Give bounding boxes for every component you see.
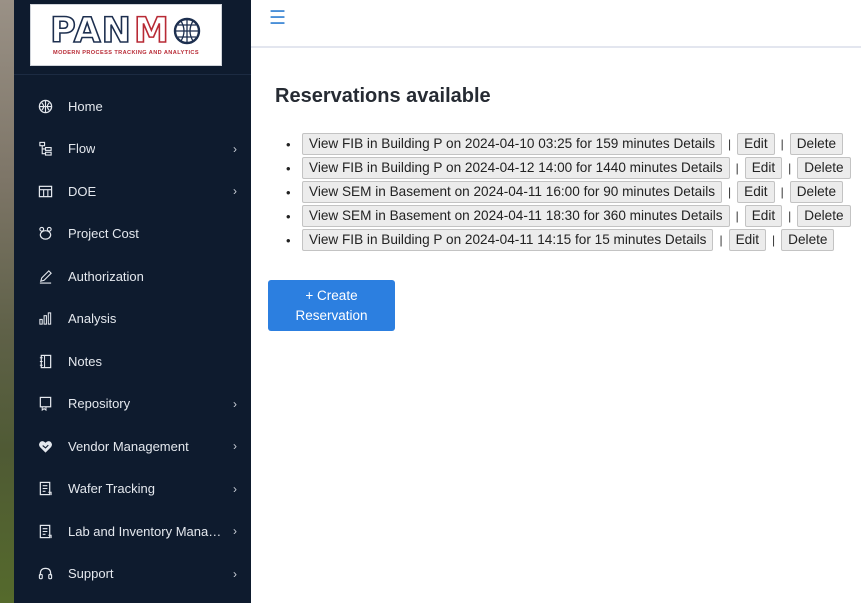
- chevron-right-icon: ›: [233, 184, 237, 199]
- bullet: •: [286, 136, 291, 152]
- delete-button[interactable]: Delete: [789, 133, 844, 155]
- sidebar-item-doe[interactable]: DOE ›: [14, 170, 251, 213]
- view-details-button[interactable]: View FIB in Building P on 2024-04-11 14:…: [302, 229, 714, 251]
- handshake-heart-icon: [36, 437, 54, 455]
- sidebar-item-label: Home: [68, 98, 103, 114]
- separator: |: [788, 161, 792, 175]
- sidebar-nav: Home Flow › DOE › Project Cost Authoriza…: [14, 85, 251, 595]
- notebook-icon: [36, 352, 54, 370]
- sidebar-item-label: Repository: [68, 396, 131, 412]
- bullet: •: [286, 208, 291, 224]
- table-grid-icon: [36, 182, 54, 200]
- sidebar-item-repository[interactable]: Repository ›: [14, 383, 251, 426]
- view-details-button[interactable]: View SEM in Basement on 2024-04-11 18:30…: [302, 205, 730, 227]
- chevron-right-icon: ›: [233, 481, 237, 496]
- edit-button[interactable]: Edit: [737, 133, 775, 155]
- view-details-button[interactable]: View FIB in Building P on 2024-04-10 03:…: [302, 133, 723, 155]
- chevron-right-icon: ›: [233, 396, 237, 411]
- background-photo-edge: [0, 0, 14, 603]
- edit-button[interactable]: Edit: [737, 181, 775, 203]
- list-item: • View FIB in Building P on 2024-04-12 1…: [286, 156, 851, 180]
- sidebar-item-lab-inventory[interactable]: Lab and Inventory Manage... ›: [14, 510, 251, 553]
- sidebar-item-label: DOE: [68, 183, 97, 199]
- sidebar-item-notes[interactable]: Notes: [14, 340, 251, 383]
- edit-button[interactable]: Edit: [744, 157, 783, 179]
- brand-logo[interactable]: PAN M MODERN PROCESS TRACKING AND ANALYT…: [30, 4, 222, 66]
- document-list-icon: [36, 522, 54, 540]
- chevron-right-icon: ›: [233, 141, 237, 156]
- bullet: •: [286, 160, 291, 176]
- sidebar-item-project-cost[interactable]: Project Cost: [14, 213, 251, 256]
- bullet: •: [286, 184, 291, 200]
- view-details-button[interactable]: View FIB in Building P on 2024-04-12 14:…: [302, 157, 730, 179]
- sidebar-item-wafer-tracking[interactable]: Wafer Tracking ›: [14, 468, 251, 511]
- sidebar-item-label: Flow: [68, 141, 96, 157]
- delete-button[interactable]: Delete: [781, 229, 835, 251]
- edit-button[interactable]: Edit: [728, 229, 767, 251]
- hamburger-menu-icon[interactable]: ☰: [269, 9, 286, 28]
- sidebar-item-vendor-management[interactable]: Vendor Management ›: [14, 425, 251, 468]
- delete-button[interactable]: Delete: [789, 181, 844, 203]
- separator: |: [728, 137, 732, 151]
- logo-wordmark: PAN M: [49, 11, 202, 51]
- list-item: • View SEM in Basement on 2024-04-11 16:…: [286, 180, 851, 204]
- globe-icon: [36, 97, 54, 115]
- sidebar-item-label: Authorization: [68, 268, 144, 284]
- create-reservation-button[interactable]: + Create Reservation: [268, 280, 395, 331]
- piggy-bank-icon: [36, 225, 54, 243]
- separator: |: [719, 233, 723, 247]
- page-title: Reservations available: [275, 85, 491, 107]
- logo-tagline: MODERN PROCESS TRACKING AND ANALYTICS: [53, 50, 199, 56]
- main-content: Reservations available • View FIB in Bui…: [251, 50, 861, 603]
- sidebar-item-label: Lab and Inventory Manage...: [68, 523, 223, 539]
- separator: |: [772, 233, 776, 247]
- delete-button[interactable]: Delete: [797, 157, 851, 179]
- separator: |: [728, 185, 732, 199]
- sidebar: PAN M MODERN PROCESS TRACKING AND ANALYT…: [14, 0, 251, 603]
- list-item: • View FIB in Building P on 2024-04-10 0…: [286, 132, 851, 156]
- separator: |: [780, 185, 784, 199]
- list-item: • View SEM in Basement on 2024-04-11 18:…: [286, 204, 851, 228]
- sidebar-item-analysis[interactable]: Analysis: [14, 298, 251, 341]
- pencil-icon: [36, 267, 54, 285]
- delete-button[interactable]: Delete: [797, 205, 851, 227]
- bullet: •: [286, 232, 291, 248]
- separator: |: [735, 209, 739, 223]
- sidebar-item-label: Project Cost: [68, 226, 139, 242]
- logo-text-left: PAN: [49, 11, 132, 51]
- repository-icon: [36, 395, 54, 413]
- separator: |: [780, 137, 784, 151]
- chevron-right-icon: ›: [233, 524, 237, 539]
- headset-icon: [36, 565, 54, 583]
- chevron-right-icon: ›: [233, 439, 237, 454]
- sidebar-item-label: Notes: [68, 353, 102, 369]
- logo-globe-icon: [173, 17, 201, 45]
- flow-tree-icon: [36, 140, 54, 158]
- list-item: • View FIB in Building P on 2024-04-11 1…: [286, 228, 851, 252]
- logo-text-right: M: [133, 11, 170, 51]
- top-bar: ☰: [251, 0, 861, 48]
- view-details-button[interactable]: View SEM in Basement on 2024-04-11 16:00…: [302, 181, 723, 203]
- sidebar-item-support[interactable]: Support ›: [14, 553, 251, 596]
- bar-chart-icon: [36, 310, 54, 328]
- sidebar-item-label: Wafer Tracking: [68, 481, 155, 497]
- sidebar-item-flow[interactable]: Flow ›: [14, 128, 251, 171]
- reservation-list: • View FIB in Building P on 2024-04-10 0…: [286, 132, 851, 252]
- sidebar-item-label: Support: [68, 566, 114, 582]
- separator: |: [735, 161, 739, 175]
- sidebar-item-home[interactable]: Home: [14, 85, 251, 128]
- sidebar-item-label: Vendor Management: [68, 438, 189, 454]
- sidebar-item-authorization[interactable]: Authorization: [14, 255, 251, 298]
- chevron-right-icon: ›: [233, 566, 237, 581]
- separator: |: [788, 209, 792, 223]
- sidebar-divider: [14, 74, 251, 75]
- document-list-icon: [36, 480, 54, 498]
- sidebar-item-label: Analysis: [68, 311, 117, 327]
- edit-button[interactable]: Edit: [744, 205, 783, 227]
